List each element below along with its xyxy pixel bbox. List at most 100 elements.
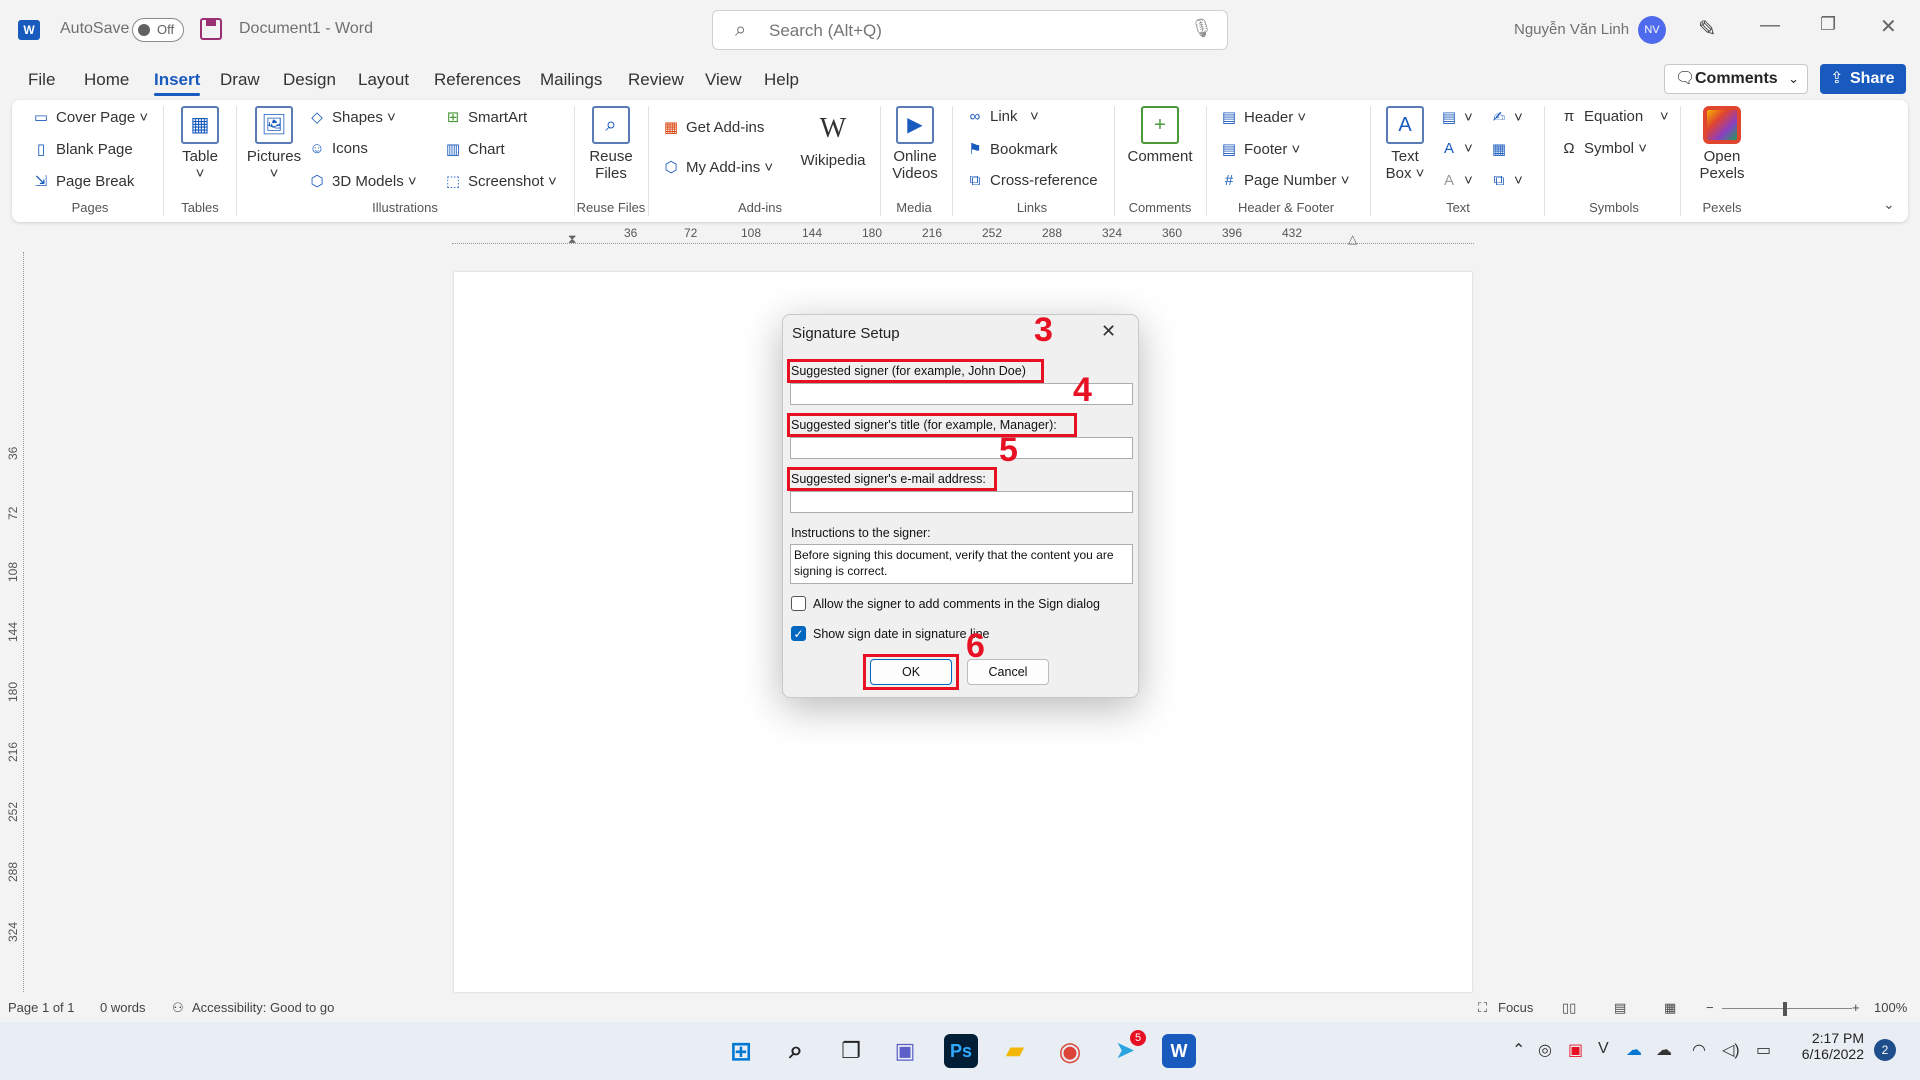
comment-button[interactable]: + Comment (1122, 106, 1198, 165)
header-button[interactable]: ▤ Header ˅ (1220, 108, 1306, 126)
object-button[interactable]: ⧉ ˅ (1490, 172, 1523, 189)
screenshot-button[interactable]: ⬚ Screenshot ˅ (444, 172, 557, 190)
open-pexels-button[interactable]: Open Pexels (1696, 106, 1748, 182)
link-button[interactable]: ∞ Link ˅ (966, 108, 1039, 125)
user-name[interactable]: Nguyễn Văn Linh (1514, 21, 1629, 38)
my-add-ins-button[interactable]: ⬡ My Add-ins ˅ (662, 158, 773, 176)
microphone-icon[interactable]: 🎙 (1190, 18, 1213, 39)
word-count[interactable]: 0 words (100, 1000, 146, 1015)
bookmark-button[interactable]: ⚑ Bookmark (966, 140, 1057, 158)
wifi-icon[interactable]: ◠ (1692, 1040, 1706, 1060)
onedrive-personal-icon[interactable]: ☁ (1656, 1040, 1672, 1060)
tab-view[interactable]: View (705, 70, 742, 90)
pictures-button[interactable]: 🖼 Pictures ˅ (246, 106, 302, 182)
tab-review[interactable]: Review (628, 70, 684, 90)
left-indent-marker-icon[interactable]: ⧗ (568, 232, 576, 247)
task-view-icon[interactable]: ❐ (834, 1034, 868, 1068)
blank-page-button[interactable]: ▯ Blank Page (32, 140, 133, 158)
focus-mode[interactable]: Focus (1498, 1000, 1533, 1015)
icons-button[interactable]: ☺ Icons (308, 140, 368, 157)
right-indent-marker-icon[interactable]: △ (1348, 232, 1357, 246)
suggested-email-input[interactable] (790, 491, 1133, 513)
windows-start-icon[interactable]: ⊞ (724, 1034, 758, 1068)
share-button[interactable]: ⇪ Share (1820, 64, 1906, 94)
footer-button[interactable]: ▤ Footer ˅ (1220, 140, 1300, 158)
web-layout-icon[interactable]: ▦ (1664, 1000, 1676, 1016)
group-label-reuse-files: Reuse Files (576, 200, 646, 215)
search-box[interactable]: ⌕ 🎙 (712, 10, 1228, 50)
cross-reference-button[interactable]: ⧉ Cross-reference (966, 172, 1098, 189)
tab-home[interactable]: Home (84, 70, 129, 90)
tray-app-icon[interactable]: ◎ (1538, 1040, 1552, 1060)
page-number-button[interactable]: # Page Number ˅ (1220, 172, 1350, 189)
smartart-button[interactable]: ⊞ SmartArt (444, 108, 527, 126)
zoom-level[interactable]: 100% (1874, 1000, 1907, 1015)
teams-chat-icon[interactable]: ▣ (888, 1034, 922, 1068)
tab-layout[interactable]: Layout (358, 70, 409, 90)
signature-line-button[interactable]: ✍ ˅ (1490, 108, 1523, 126)
symbol-button[interactable]: Ω Symbol ˅ (1560, 140, 1647, 157)
page-break-button[interactable]: ⇲ Page Break (32, 172, 135, 190)
tab-help[interactable]: Help (764, 70, 799, 90)
designer-pen-icon[interactable]: ✎ (1698, 16, 1716, 42)
system-clock[interactable]: 2:17 PM 6/16/2022 (1794, 1030, 1864, 1062)
show-sign-date-checkbox[interactable]: ✓ (791, 626, 806, 641)
tab-draw[interactable]: Draw (220, 70, 260, 90)
table-button[interactable]: ▦ Table ˅ (178, 106, 222, 182)
tab-design[interactable]: Design (283, 70, 336, 90)
restore-icon[interactable]: ❐ (1820, 14, 1836, 35)
onedrive-icon[interactable]: ☁ (1626, 1040, 1642, 1060)
tab-insert[interactable]: Insert (154, 70, 201, 96)
shapes-button[interactable]: ◇ Shapes ˅ (308, 108, 396, 126)
chart-button[interactable]: ▥ Chart (444, 140, 505, 158)
battery-icon[interactable]: ▭ (1756, 1040, 1771, 1060)
notification-count[interactable]: 2 (1874, 1039, 1896, 1061)
tab-file[interactable]: File (28, 70, 55, 90)
zoom-in-icon[interactable]: + (1852, 1000, 1860, 1015)
zoom-slider[interactable] (1722, 1008, 1852, 1009)
text-box-button[interactable]: A Text Box ˅ (1382, 106, 1428, 182)
photoshop-icon[interactable]: Ps (944, 1034, 978, 1068)
tray-security-icon[interactable]: ▣ (1568, 1040, 1583, 1060)
3d-models-button[interactable]: ⬡ 3D Models ˅ (308, 172, 416, 190)
equation-button[interactable]: π Equation ˅ (1560, 108, 1669, 125)
quick-parts-button[interactable]: ▤ ˅ (1440, 108, 1473, 126)
tab-mailings[interactable]: Mailings (540, 70, 602, 90)
chevron-up-icon[interactable]: ⌃ (1512, 1040, 1525, 1060)
comments-button[interactable]: 🗨 Comments ⌄ (1664, 64, 1808, 94)
zoom-out-icon[interactable]: − (1706, 1000, 1714, 1015)
wikipedia-button[interactable]: W Wikipedia (796, 110, 870, 169)
tray-v-icon[interactable]: V (1598, 1040, 1609, 1058)
file-explorer-icon[interactable]: ▰ (998, 1034, 1032, 1068)
get-add-ins-button[interactable]: ▦ Get Add-ins (662, 118, 764, 136)
reuse-files-button[interactable]: ⌕ Reuse Files (584, 106, 638, 182)
collapse-ribbon-icon[interactable]: ⌄ (1883, 196, 1895, 213)
horizontal-ruler[interactable] (452, 226, 1474, 244)
word-taskbar-icon[interactable]: W (1162, 1034, 1196, 1068)
suggested-title-input[interactable] (790, 437, 1133, 459)
avatar[interactable]: NV (1638, 16, 1666, 44)
autosave-toggle[interactable]: Off (132, 18, 184, 42)
allow-comments-checkbox[interactable] (791, 596, 806, 611)
instructions-textarea[interactable]: Before signing this document, verify tha… (790, 544, 1133, 584)
page-count[interactable]: Page 1 of 1 (8, 1000, 75, 1015)
read-mode-icon[interactable]: ▯▯ (1562, 1000, 1576, 1016)
zoom-slider-thumb[interactable] (1783, 1002, 1787, 1016)
online-videos-button[interactable]: ▶ Online Videos (888, 106, 942, 182)
minimize-icon[interactable]: — (1760, 14, 1780, 37)
chevron-down-icon: ⌄ (1788, 71, 1799, 86)
cover-page-button[interactable]: ▭ Cover Page ˅ (32, 108, 148, 126)
drop-cap-button[interactable]: A ˅ (1440, 172, 1473, 189)
print-layout-icon[interactable]: ▤ (1614, 1000, 1626, 1016)
date-time-button[interactable]: ▦ (1490, 140, 1514, 158)
close-icon[interactable]: ✕ (1101, 321, 1116, 342)
close-window-icon[interactable]: ✕ (1880, 14, 1897, 39)
volume-icon[interactable]: ◁) (1722, 1040, 1740, 1060)
save-icon[interactable] (200, 18, 222, 40)
chrome-icon[interactable]: ◉ (1053, 1034, 1087, 1068)
wordart-button[interactable]: A ˅ (1440, 140, 1473, 157)
tab-references[interactable]: References (434, 70, 521, 90)
search-input[interactable] (769, 19, 1169, 43)
accessibility-status[interactable]: Accessibility: Good to go (192, 1000, 334, 1015)
search-icon[interactable]: ⌕ (779, 1034, 813, 1068)
